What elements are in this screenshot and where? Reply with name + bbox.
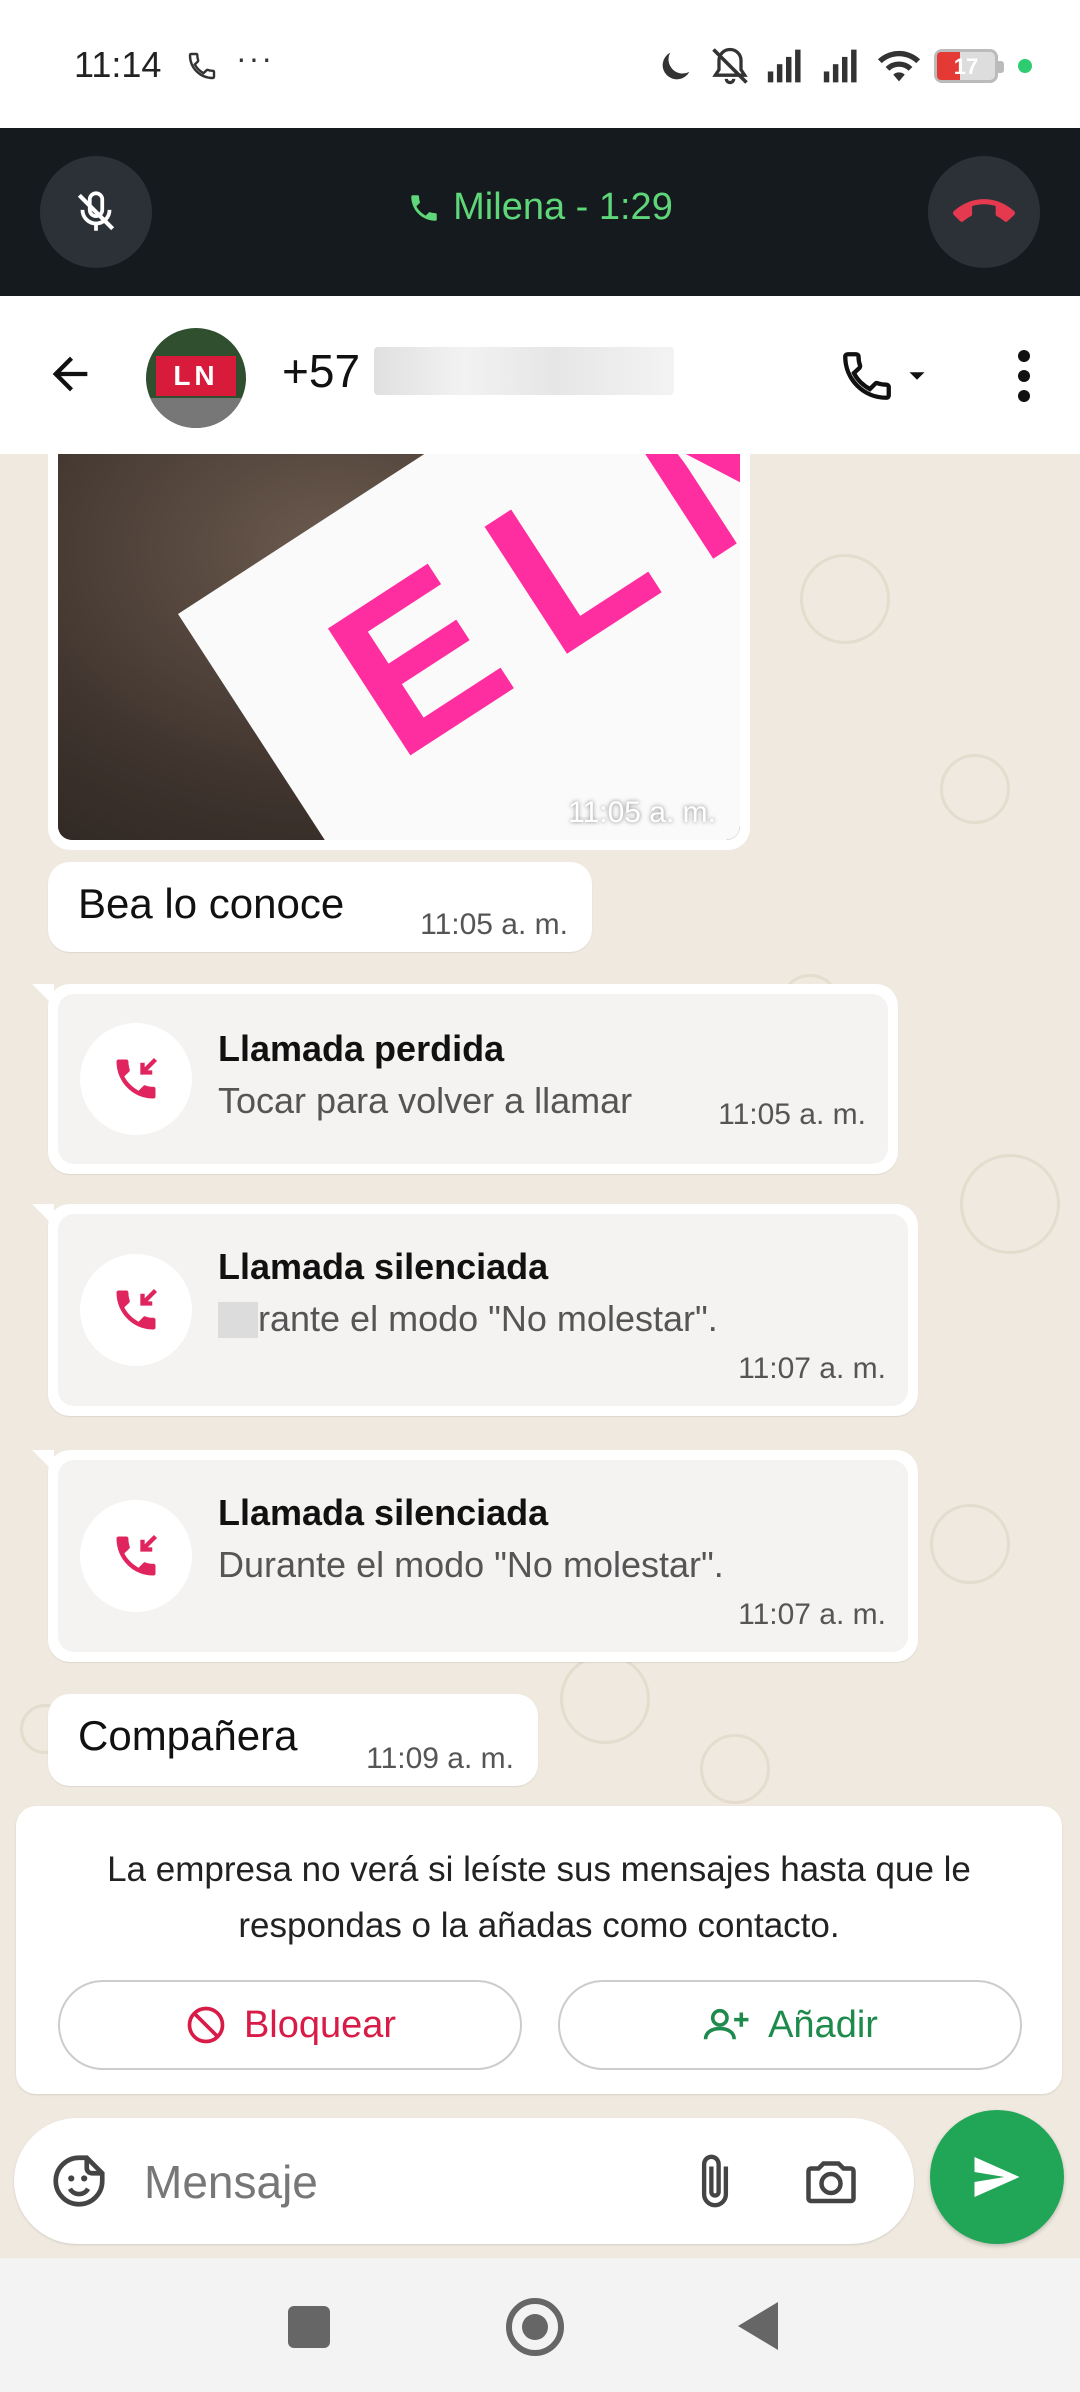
voice-call-button[interactable] [838,344,948,408]
redacted-text [218,1302,258,1338]
hang-up-icon [953,199,1015,222]
signal-icon-2 [823,49,857,83]
missed-call-icon [80,1023,192,1135]
battery-icon: 17 [934,49,1004,83]
attach-button[interactable] [682,2148,748,2214]
missed-call-message[interactable]: Llamada perdida Tocar para volver a llam… [32,984,898,1174]
more-vert-icon [1018,350,1030,402]
dropdown-arrow-icon [909,372,925,380]
back-button[interactable] [38,342,102,406]
moon-icon [662,52,690,80]
add-person-icon [703,2008,749,2040]
redacted-number [374,347,675,395]
call-title: Llamada silenciada [218,1492,549,1533]
send-icon [974,2157,1020,2197]
avatar[interactable]: LN [146,328,246,428]
system-back-button[interactable] [738,2302,778,2350]
call-subtitle: Tocar para volver a llamar [218,1080,633,1121]
message-time: 11:07 a. m. [738,1598,886,1631]
status-icons: 17 [656,44,1032,88]
ongoing-call-banner[interactable]: Milena - 1:29 [0,128,1080,296]
status-more-dots: ··· [236,40,274,76]
message-time: 11:07 a. m. [738,1352,886,1385]
call-title: Llamada silenciada [218,1246,549,1287]
camera-icon [806,2161,856,2204]
contact-number-prefix: +57 [282,345,361,397]
message-time: 11:05 a. m. [420,908,568,941]
status-time: 11:14 [74,44,162,85]
block-button[interactable]: Bloquear [58,1980,522,2070]
call-title: Llamada perdida [218,1028,505,1069]
sticker-icon [53,2155,105,2207]
phone-icon [843,352,891,400]
text-message[interactable]: Bea lo conoce 11:05 a. m. [48,862,592,952]
call-title-label: Milena - 1:29 [453,186,673,228]
message-text: Compañera [78,1712,298,1759]
silenced-call-message[interactable]: Llamada silenciada rante el modo "No mol… [32,1204,918,1416]
block-button-label: Bloquear [243,2003,397,2046]
missed-call-icon [80,1500,192,1612]
hang-up-button[interactable] [928,156,1040,268]
privacy-indicator-dot [1018,59,1032,73]
text-message[interactable]: Compañera 11:09 a. m. [48,1694,538,1786]
more-options-button[interactable] [992,344,1056,408]
message-time: 11:05 a. m. [568,796,716,829]
arrow-back-icon [52,356,88,392]
silent-bell-icon [712,47,748,85]
chat-header: LN +57 [0,296,1080,454]
phone-icon [411,194,437,221]
battery-level: 17 [953,54,979,79]
add-button-label: Añadir [768,2003,878,2046]
notice-text: La empresa no verá si leíste sus mensaje… [107,1850,971,1945]
image-message[interactable]: ELN 11:05 a. m. [48,454,750,850]
sticker-button[interactable] [46,2148,112,2214]
send-button[interactable] [930,2110,1064,2244]
paperclip-icon [701,2154,729,2208]
wifi-icon [877,50,921,82]
call-subtitle: Durante el modo "No molestar". [218,1544,724,1585]
silenced-call-message[interactable]: Llamada silenciada Durante el modo "No m… [32,1450,918,1662]
system-navigation-bar [0,2258,1080,2392]
status-bar: 11:14 ··· 17 [0,0,1080,128]
message-text: Bea lo conoce [78,880,345,927]
camera-button[interactable] [798,2148,864,2214]
message-composer [14,2118,914,2244]
message-image[interactable]: ELN 11:05 a. m. [58,454,740,840]
home-button[interactable] [506,2298,564,2356]
message-time: 11:05 a. m. [718,1098,866,1131]
contact-name[interactable]: +57 [282,344,675,398]
missed-call-icon [80,1254,192,1366]
recent-apps-button[interactable] [288,2306,330,2348]
signal-icon [767,49,801,83]
business-notice-card: La empresa no verá si leíste sus mensaje… [16,1806,1062,2094]
avatar-banner-image: LN [156,356,236,396]
add-contact-button[interactable]: Añadir [558,1980,1022,2070]
message-input[interactable] [144,2152,644,2212]
message-time: 11:09 a. m. [366,1742,514,1775]
phone-status-icon [186,50,218,82]
block-icon [187,2006,225,2044]
call-subtitle: rante el modo "No molestar". [258,1298,718,1339]
call-status[interactable]: Milena - 1:29 [0,186,1080,229]
